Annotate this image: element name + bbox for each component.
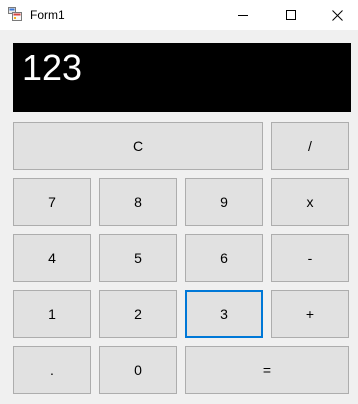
four-button[interactable]: 4 [13,234,91,282]
subtract-button[interactable]: - [271,234,349,282]
equals-button[interactable]: = [185,346,349,394]
five-button[interactable]: 5 [99,234,177,282]
add-button[interactable]: + [271,290,349,338]
maximize-icon [286,10,296,20]
nine-button[interactable]: 9 [185,178,263,226]
window-title: Form1 [30,8,65,22]
seven-button[interactable]: 7 [13,178,91,226]
clear-button[interactable]: C [13,122,263,170]
divide-button[interactable]: / [271,122,349,170]
two-button[interactable]: 2 [99,290,177,338]
maximize-button[interactable] [268,0,314,30]
close-icon [331,9,343,21]
decimal-button[interactable]: . [13,346,91,394]
title-bar[interactable]: Form1 [0,0,358,30]
minimize-icon [238,15,248,16]
zero-button[interactable]: 0 [99,346,177,394]
eight-button[interactable]: 8 [99,178,177,226]
result-display: 123 [13,43,351,112]
app-icon[interactable] [8,7,22,21]
one-button[interactable]: 1 [13,290,91,338]
three-button[interactable]: 3 [185,290,263,338]
minimize-button[interactable] [220,0,266,30]
close-button[interactable] [314,0,358,30]
six-button[interactable]: 6 [185,234,263,282]
display-value: 123 [22,47,83,88]
multiply-button[interactable]: x [271,178,349,226]
